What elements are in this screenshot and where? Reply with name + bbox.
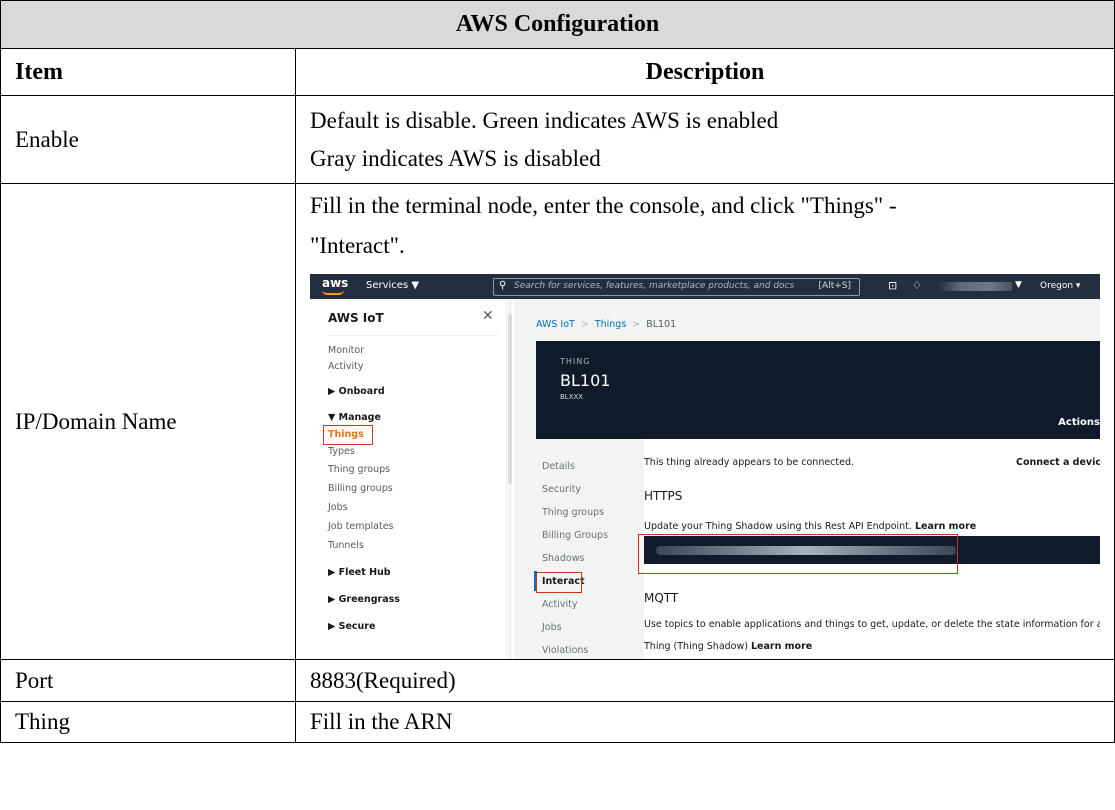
row-item-port: Port — [0, 659, 296, 702]
sidebar-section-fleet-hub: ▶ Fleet Hub — [328, 567, 391, 578]
row-description-thing: Fill in the ARN — [295, 701, 1115, 743]
learn-more-link: Learn more — [914, 521, 977, 532]
thing-subtitle: BLXXX — [560, 393, 584, 401]
tab-violations: Violations — [542, 645, 589, 656]
mqtt-description: Use topics to enable applications and th… — [644, 619, 1100, 630]
description-line: Default is disable. Green indicates AWS … — [310, 107, 779, 133]
sidebar-item-billing-groups: Billing groups — [328, 483, 393, 494]
search-icon: ⚲ — [499, 280, 507, 291]
https-text: Update your Thing Shadow using this Rest… — [644, 521, 912, 532]
sidebar-item-jobs: Jobs — [328, 502, 348, 513]
console-topbar: aws Services ▼ ⚲ Search for services, fe… — [310, 274, 1100, 299]
sidebar-title: AWS IoT — [328, 311, 384, 325]
sidebar-section-onboard: ▶ Onboard — [328, 386, 385, 397]
sidebar-item-thing-groups: Thing groups — [328, 464, 391, 475]
console-sidebar: AWS IoT ✕ Monitor Activity ▶ Onboard ▼ M… — [310, 299, 507, 659]
sidebar-item-monitor: Monitor — [328, 345, 365, 356]
table-row: Port 8883(Required) — [0, 659, 1115, 702]
header-description: Description — [295, 48, 1115, 96]
caret-down-icon: ▼ — [1015, 280, 1022, 290]
table-row: Enable Default is disable. Green indicat… — [0, 95, 1115, 184]
tab-thing-groups: Thing groups — [542, 507, 605, 518]
breadcrumb-aws-iot: AWS IoT — [536, 319, 575, 330]
thing-kicker: THING — [560, 357, 591, 366]
mqtt-text-2: Thing (Thing Shadow) — [644, 641, 748, 652]
search-shortcut: [Alt+S] — [818, 281, 851, 291]
description-line: Fill in the terminal node, enter the con… — [310, 193, 897, 218]
close-icon: ✕ — [482, 308, 494, 324]
aws-console-screenshot: aws Services ▼ ⚲ Search for services, fe… — [310, 274, 1100, 659]
region-selector: Oregon ▾ — [1040, 281, 1081, 291]
sidebar-scrollbar-thumb — [508, 314, 512, 484]
tab-security: Security — [542, 484, 582, 495]
actions-button: Actions — [1058, 417, 1100, 428]
description-line: "Interact". — [310, 233, 405, 258]
table-row: IP/Domain Name Fill in the terminal node… — [0, 183, 1115, 660]
row-item-enable: Enable — [0, 95, 296, 184]
https-description: Update your Thing Shadow using this Rest… — [644, 521, 976, 532]
connected-status: This thing already appears to be connect… — [644, 457, 855, 468]
aws-logo: aws — [322, 276, 349, 290]
mqtt-heading: MQTT — [644, 591, 679, 605]
breadcrumb: AWS IoT > Things > BL101 — [536, 319, 676, 330]
sidebar-item-job-templates: Job templates — [328, 521, 394, 532]
https-heading: HTTPS — [644, 489, 683, 503]
tab-activity: Activity — [542, 599, 578, 610]
table-header-row: Item Description — [0, 48, 1115, 96]
thing-header: THING BL101 BLXXX Actions — [536, 341, 1100, 439]
sidebar-section-secure: ▶ Secure — [328, 621, 376, 632]
table-title-row: AWS Configuration — [0, 0, 1115, 49]
row-item-thing: Thing — [0, 701, 296, 743]
aws-smile-icon — [322, 290, 344, 295]
table-title: AWS Configuration — [0, 0, 1115, 49]
highlight-box-interact — [536, 572, 582, 593]
thing-title: BL101 — [560, 371, 611, 390]
mqtt-description-2: Thing (Thing Shadow) Learn more — [644, 641, 812, 652]
tab-jobs: Jobs — [542, 622, 562, 633]
console-main: AWS IoT > Things > BL101 THING BL101 BLXXX A… — [514, 299, 1100, 659]
tab-billing-groups: Billing Groups — [542, 530, 609, 541]
row-description-ip-domain: Fill in the terminal node, enter the con… — [295, 183, 1115, 660]
breadcrumb-separator: > — [632, 319, 641, 330]
sidebar-item-tunnels: Tunnels — [328, 540, 364, 551]
search-placeholder: Search for services, features, marketpla… — [514, 281, 795, 291]
sidebar-item-activity: Activity — [328, 361, 364, 372]
breadcrumb-separator: > — [580, 319, 589, 330]
row-description-enable: Default is disable. Green indicates AWS … — [295, 95, 1115, 184]
breadcrumb-current: BL101 — [646, 319, 677, 330]
console-search-input: ⚲ Search for services, features, marketp… — [493, 278, 860, 296]
sidebar-section-greengrass: ▶ Greengrass — [328, 594, 400, 605]
table-row: Thing Fill in the ARN — [0, 701, 1115, 743]
aws-configuration-table: AWS Configuration Item Description Enabl… — [0, 0, 1115, 743]
tab-shadows: Shadows — [542, 553, 585, 564]
tab-details: Details — [542, 461, 575, 472]
breadcrumb-things: Things — [594, 319, 627, 330]
cloudshell-icon: ⊡ — [888, 279, 898, 292]
services-menu: Services ▼ — [366, 280, 420, 291]
sidebar-divider — [328, 335, 498, 336]
header-item: Item — [0, 48, 296, 96]
row-item-ip-domain: IP/Domain Name — [0, 183, 296, 660]
row-description-port: 8883(Required) — [295, 659, 1115, 702]
account-name-redacted — [938, 282, 1012, 291]
connect-device-link: Connect a devic — [1016, 457, 1100, 468]
bell-icon: ♢ — [912, 279, 922, 292]
highlight-box-things — [323, 425, 373, 445]
mqtt-learn-more-link: Learn more — [751, 641, 813, 652]
highlight-box-endpoint — [638, 534, 958, 574]
sidebar-section-manage: ▼ Manage — [328, 412, 381, 423]
interact-panel: This thing already appears to be connect… — [638, 439, 1100, 659]
sidebar-item-types: Types — [328, 446, 355, 457]
description-line: Gray indicates AWS is disabled — [310, 145, 601, 171]
